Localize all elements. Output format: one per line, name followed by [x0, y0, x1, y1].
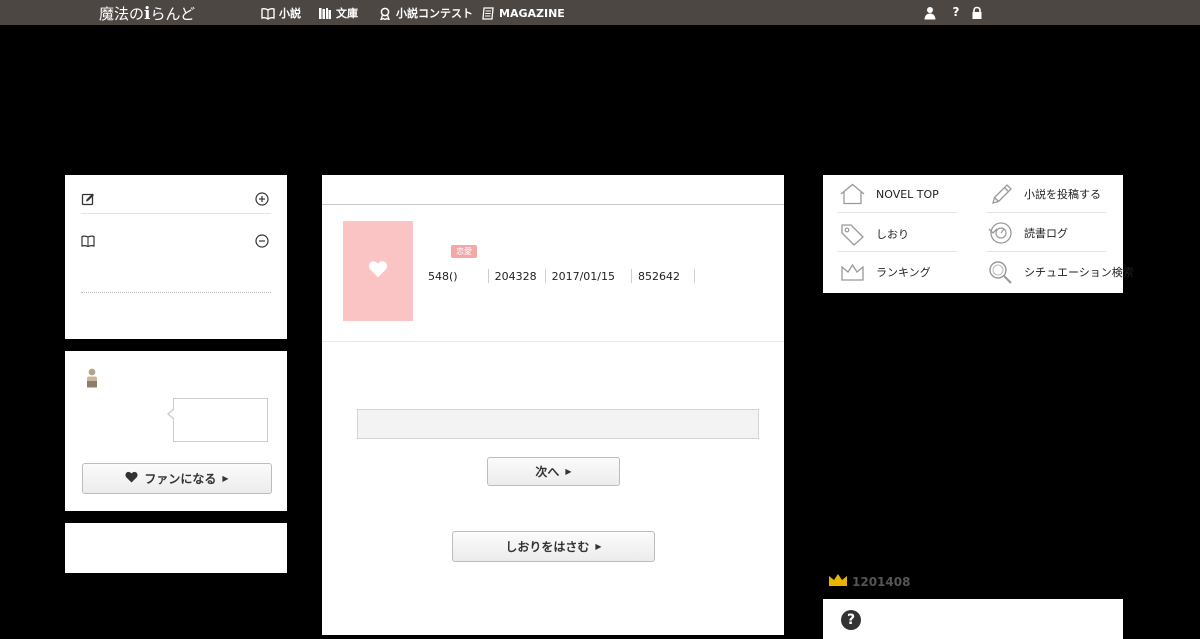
ranking-indicator: 1201408: [828, 573, 910, 590]
stat-separator: [694, 269, 695, 283]
faq-panel: ?: [823, 599, 1123, 639]
menu-post-novel[interactable]: 小説を投稿する: [989, 183, 1101, 205]
panel-header-divider: [322, 204, 784, 205]
nav-contest-label: 小説コンテスト: [396, 7, 473, 20]
avatar-icon[interactable]: [86, 368, 98, 388]
menu-situation-search[interactable]: シチュエーション検索: [987, 260, 1134, 284]
magazine-icon: [481, 6, 495, 20]
novel-main-panel: 恋愛 548() 204328 2017/01/15 852642 次へ ▶ し…: [322, 175, 784, 635]
stat-date: 2017/01/15: [551, 269, 615, 283]
stat-views: 852642: [638, 269, 680, 283]
pencil-icon: [989, 183, 1014, 205]
next-button[interactable]: 次へ ▶: [487, 457, 620, 486]
menu-separator: [986, 251, 1106, 252]
user-icon[interactable]: [923, 6, 937, 20]
award-ribbon-icon: [378, 7, 392, 20]
ranking-value: 1201408: [852, 574, 911, 589]
nav-bunko-label: 文庫: [336, 7, 358, 20]
nav-bunko[interactable]: 文庫: [318, 6, 358, 20]
menu-separator: [837, 212, 957, 213]
menu-separator: [837, 251, 957, 252]
side-menu-panel: NOVEL TOP 小説を投稿する しおり 読書ログ ランキング シチュエーショ…: [823, 175, 1134, 293]
fan-button-label: ファンになる: [144, 472, 217, 486]
logo-suffix: らんど: [150, 5, 196, 23]
menu-novel-top-label: NOVEL TOP: [876, 187, 939, 201]
fan-button[interactable]: ファンになる ▶: [82, 463, 272, 494]
panel-divider: [81, 213, 271, 214]
minus-circle-icon[interactable]: [255, 234, 269, 248]
book-icon[interactable]: [81, 234, 95, 248]
stat-characters: 204328: [494, 269, 537, 283]
question-icon[interactable]: ?: [841, 610, 861, 630]
edit-icon[interactable]: [81, 192, 95, 206]
home-icon: [839, 183, 866, 205]
menu-reading-log-label: 読書ログ: [1024, 227, 1068, 240]
nav-novel[interactable]: 小説: [261, 6, 301, 20]
menu-bookmark[interactable]: しおり: [839, 222, 909, 246]
panel-dotted-divider: [81, 292, 271, 293]
crown-outline-icon: [839, 262, 866, 282]
bookmark-button[interactable]: しおりをはさむ ▶: [452, 531, 655, 562]
menu-novel-top[interactable]: NOVEL TOP: [839, 183, 939, 205]
logo-text: 魔法の: [99, 5, 145, 23]
menu-ranking-label: ランキング: [876, 266, 931, 279]
next-button-label: 次へ: [535, 465, 560, 479]
novel-stats: 548() 204328 2017/01/15 852642: [428, 269, 701, 283]
lock-icon[interactable]: [970, 6, 984, 20]
stat-pages: 548(): [428, 269, 458, 283]
heart-icon: [368, 260, 388, 282]
heart-icon: [125, 471, 138, 486]
nav-contest[interactable]: 小説コンテスト: [378, 6, 473, 20]
novel-cover[interactable]: [343, 221, 413, 321]
menu-bookmark-label: しおり: [876, 228, 909, 241]
menu-post-novel-label: 小説を投稿する: [1024, 188, 1101, 201]
bookshelf-icon: [318, 7, 332, 20]
stat-separator: [487, 269, 489, 283]
caret-right-icon: ▶: [565, 467, 572, 476]
menu-reading-log[interactable]: 読書ログ: [987, 221, 1068, 245]
left-empty-panel: [65, 523, 287, 573]
help-icon[interactable]: ?: [949, 5, 963, 19]
author-panel: ファンになる ▶: [65, 351, 287, 511]
page-input-bar[interactable]: [357, 409, 759, 439]
author-speech-bubble: [167, 398, 268, 442]
site-logo[interactable]: 魔法のiらんど: [99, 3, 195, 24]
left-tools-panel: [65, 175, 287, 339]
top-navigation-bar: 魔法のiらんど 小説 文庫 小説コンテスト MAGAZINE ?: [0, 0, 1200, 25]
section-divider: [322, 341, 784, 342]
stat-separator: [544, 269, 546, 283]
menu-situation-search-label: シチュエーション検索: [1024, 266, 1134, 279]
book-open-icon: [261, 7, 275, 20]
nav-magazine-label: MAGAZINE: [499, 6, 565, 20]
search-icon: [987, 260, 1014, 284]
menu-separator: [986, 212, 1106, 213]
help-glyph: ?: [952, 5, 960, 19]
stat-separator: [631, 269, 632, 283]
plus-circle-icon[interactable]: [255, 192, 269, 206]
tag-icon: [839, 222, 866, 246]
crown-icon: [828, 573, 848, 590]
nav-magazine[interactable]: MAGAZINE: [481, 6, 565, 20]
genre-badge[interactable]: 恋愛: [451, 245, 477, 258]
nav-novel-label: 小説: [279, 7, 301, 20]
caret-right-icon: ▶: [222, 474, 229, 483]
caret-right-icon: ▶: [595, 542, 602, 551]
reading-log-icon: [987, 221, 1014, 245]
menu-ranking[interactable]: ランキング: [839, 262, 931, 282]
bookmark-button-label: しおりをはさむ: [505, 540, 590, 554]
